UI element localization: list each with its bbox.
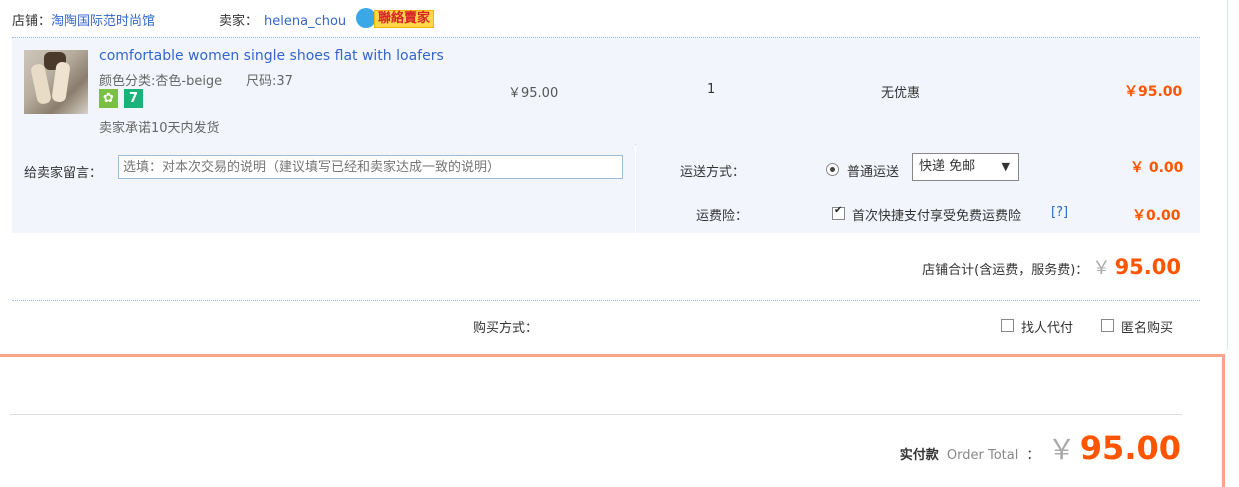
shipping-select-value: 快递 免邮	[919, 159, 976, 174]
product-size: 尺码:37	[246, 74, 293, 89]
insurance-text: 首次快捷支付享受免费运费险	[852, 209, 1022, 224]
seven-day-return-badge[interactable]: 7	[124, 89, 143, 108]
shipping-radio[interactable]	[826, 163, 839, 176]
insurance-checkbox[interactable]	[832, 205, 845, 220]
item-subtotal: ￥95.00	[1124, 84, 1183, 100]
product-thumbnail[interactable]	[24, 50, 88, 114]
discount: 无优惠	[881, 86, 921, 101]
unit-price: ￥95.00	[508, 86, 559, 101]
message-section: 给卖家留言：	[12, 143, 635, 233]
service-badge-icon[interactable]: ✿	[99, 89, 118, 108]
right-divider	[1227, 0, 1228, 350]
seller-name-link[interactable]: helena_chou	[264, 14, 346, 29]
shipping-label: 运送方式：	[680, 165, 746, 180]
shipping-section: 运送方式： 普通运送 快递 免邮 ▼ ￥ 0.00 运费险： 首次快捷支付享受免…	[636, 143, 1200, 233]
section-divider	[12, 300, 1200, 301]
pay-by-friend-checkbox[interactable]	[1001, 319, 1014, 332]
order-item-row: comfortable women single shoes flat with…	[12, 37, 1200, 145]
message-input[interactable]	[118, 155, 623, 179]
order-total-label-en: Order Total	[946, 448, 1019, 463]
anonymous-purchase-checkbox[interactable]	[1101, 319, 1114, 332]
pay-by-friend-label: 找人代付	[1021, 321, 1074, 336]
seller-label: 卖家：	[219, 14, 259, 29]
anonymous-purchase-label: 匿名购买	[1121, 321, 1174, 336]
shop-bar: 店铺：淘陶国际范时尚馆	[12, 10, 155, 29]
shop-total-amount: 95.00	[1114, 255, 1181, 279]
message-label: 给卖家留言：	[24, 166, 103, 181]
order-total-divider	[10, 414, 1182, 415]
shop-label: 店铺：	[12, 14, 52, 29]
shipping-promise: 卖家承诺10天内发货	[99, 121, 220, 136]
order-total-amount: 95.00	[1079, 429, 1181, 467]
insurance-help-link[interactable]: [?]	[1051, 205, 1068, 220]
shipping-method-select[interactable]: 快递 免邮 ▼	[912, 153, 1019, 181]
product-color: 颜色分类:杏色-beige	[99, 74, 223, 89]
order-total-label-cn: 实付款	[899, 448, 939, 463]
contact-seller-label: 聯絡賣家	[374, 10, 435, 28]
insurance-label: 运费险：	[696, 209, 749, 224]
shipping-option-label: 普通运送	[847, 165, 900, 180]
seller-info: 卖家： helena_chou	[219, 10, 346, 29]
order-total-currency: ￥	[1047, 433, 1076, 466]
shop-total: 店铺合计(含运费，服务费)： ￥ 95.00	[922, 254, 1181, 280]
shipping-fee: ￥ 0.00	[1130, 160, 1184, 176]
order-total: 实付款 Order Total ： ￥ 95.00	[900, 428, 1181, 468]
order-total-colon: ：	[1026, 448, 1040, 463]
dropdown-arrow-icon: ▼	[1001, 160, 1010, 173]
insurance-fee: ￥0.00	[1132, 208, 1181, 224]
shop-total-label: 店铺合计(含运费，服务费)：	[922, 263, 1089, 278]
quantity: 1	[707, 82, 716, 97]
purchase-method-label: 购买方式：	[473, 321, 539, 336]
chat-icon	[356, 8, 376, 28]
shop-total-currency: ￥	[1092, 258, 1111, 279]
shop-name-link[interactable]: 淘陶国际范时尚馆	[51, 14, 155, 29]
product-title-link[interactable]: comfortable women single shoes flat with…	[99, 48, 444, 64]
